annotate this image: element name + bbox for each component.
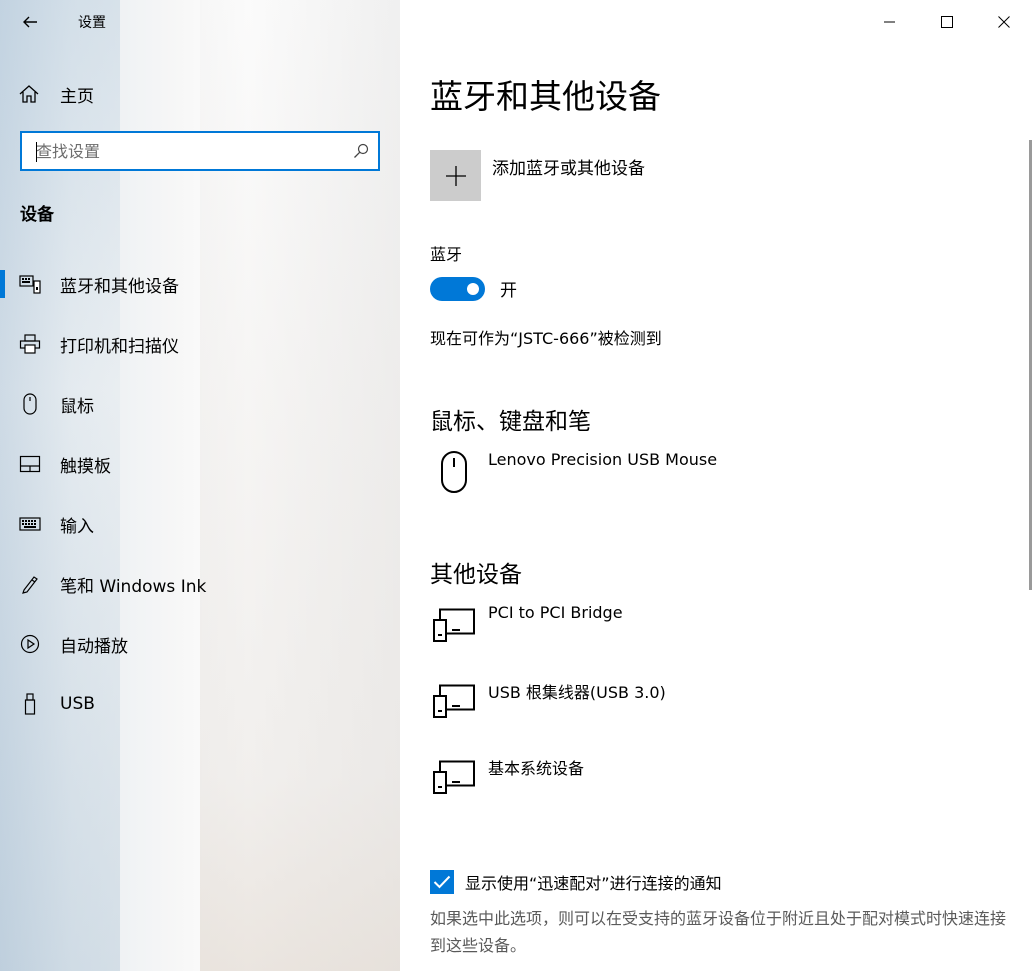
plus-icon	[445, 165, 466, 186]
device-item[interactable]: 基本系统设备	[430, 753, 584, 801]
sidebar-nav: 蓝牙和其他设备 打印机和扫描仪 鼠标 触摸板 输入 笔和 Windows Ink…	[0, 254, 400, 734]
sidebar-item-mouse[interactable]: 鼠标	[0, 374, 400, 434]
sidebar-item-touchpad[interactable]: 触摸板	[0, 434, 400, 494]
device-item[interactable]: PCI to PCI Bridge	[430, 601, 623, 649]
keyboard-icon	[19, 517, 41, 531]
swift-pair-description: 如果选中此选项，则可以在受支持的蓝牙设备位于附近且处于配对模式时快速连接到这些设…	[430, 909, 1007, 955]
app-title: 设置	[78, 15, 106, 31]
toggle-knob	[467, 282, 479, 295]
bluetooth-toggle[interactable]	[430, 276, 485, 301]
device-icon	[430, 677, 478, 725]
device-item[interactable]: Lenovo Precision USB Mouse	[430, 448, 717, 496]
add-tile[interactable]	[430, 150, 481, 201]
mouse-icon	[430, 448, 478, 496]
device-name: Lenovo Precision USB Mouse	[488, 450, 718, 469]
sidebar-item-pen[interactable]: 笔和 Windows Ink	[0, 554, 400, 614]
device-name: 基本系统设备	[488, 759, 585, 778]
sidebar-item-usb[interactable]: USB	[0, 674, 400, 734]
device-name: USB 根集线器(USB 3.0)	[488, 683, 666, 702]
checkmark-icon	[433, 875, 451, 889]
sidebar-item-label: 自动播放	[60, 636, 128, 657]
sidebar-item-bluetooth[interactable]: 蓝牙和其他设备	[0, 254, 400, 314]
sidebar-item-label: 打印机和扫描仪	[60, 336, 179, 357]
back-arrow-icon	[23, 16, 37, 28]
touchpad-icon	[19, 455, 41, 473]
other-section-title: 其他设备	[430, 562, 522, 588]
maximize-icon	[940, 16, 953, 28]
add-device-button[interactable]: 添加蓝牙或其他设备	[430, 150, 645, 201]
printer-icon	[19, 334, 41, 354]
bluetooth-label: 蓝牙	[430, 245, 463, 264]
sidebar: 设置 主页 设备	[0, 0, 400, 971]
swift-pair-checkbox[interactable]	[430, 870, 454, 894]
swift-pair-row[interactable]: 显示使用“迅速配对”进行连接的通知	[430, 870, 722, 894]
bluetooth-toggle-row: 开	[430, 276, 517, 301]
section-title: 设备	[20, 205, 54, 225]
mouse-section-title: 鼠标、键盘和笔	[430, 409, 591, 435]
search-icon[interactable]	[344, 143, 378, 159]
close-icon	[997, 16, 1010, 28]
back-button[interactable]	[14, 6, 46, 38]
close-button[interactable]	[975, 0, 1032, 44]
sidebar-item-autoplay[interactable]: 自动播放	[0, 614, 400, 674]
device-item[interactable]: USB 根集线器(USB 3.0)	[430, 677, 666, 725]
main-pane: 蓝牙和其他设备 添加蓝牙或其他设备 蓝牙 开 现在可作为“JSTC-666”被检…	[400, 0, 1032, 971]
sidebar-item-printers[interactable]: 打印机和扫描仪	[0, 314, 400, 374]
sidebar-item-label: 笔和 Windows Ink	[60, 576, 207, 597]
add-device-label[interactable]: 添加蓝牙或其他设备	[492, 154, 645, 179]
discoverable-text: 现在可作为“JSTC-666”被检测到	[430, 329, 662, 348]
sidebar-item-label: 触摸板	[60, 456, 111, 477]
sidebar-item-typing[interactable]: 输入	[0, 494, 400, 554]
pen-icon	[19, 574, 41, 594]
bluetooth-devices-icon	[19, 274, 41, 294]
sidebar-item-label: 输入	[60, 516, 94, 537]
window-controls	[861, 0, 1032, 44]
swift-pair-label[interactable]: 显示使用“迅速配对”进行连接的通知	[465, 870, 722, 894]
minimize-icon	[883, 21, 895, 23]
bluetooth-state: 开	[500, 281, 517, 301]
home-label: 主页	[60, 86, 94, 107]
sidebar-item-home[interactable]: 主页	[18, 80, 94, 108]
device-icon	[430, 601, 478, 649]
search-box[interactable]	[20, 131, 380, 171]
minimize-button[interactable]	[861, 0, 918, 44]
home-icon	[19, 85, 39, 103]
sidebar-item-label: 鼠标	[60, 396, 94, 417]
sidebar-item-label: USB	[60, 694, 95, 714]
autoplay-icon	[19, 634, 41, 654]
text-caret	[36, 142, 37, 162]
device-icon	[430, 753, 478, 801]
search-input[interactable]	[22, 133, 344, 169]
page-title: 蓝牙和其他设备	[430, 77, 661, 116]
device-name: PCI to PCI Bridge	[488, 603, 623, 622]
sidebar-item-label: 蓝牙和其他设备	[60, 276, 179, 297]
maximize-button[interactable]	[918, 0, 975, 44]
usb-icon	[19, 693, 41, 715]
mouse-icon	[19, 393, 41, 415]
